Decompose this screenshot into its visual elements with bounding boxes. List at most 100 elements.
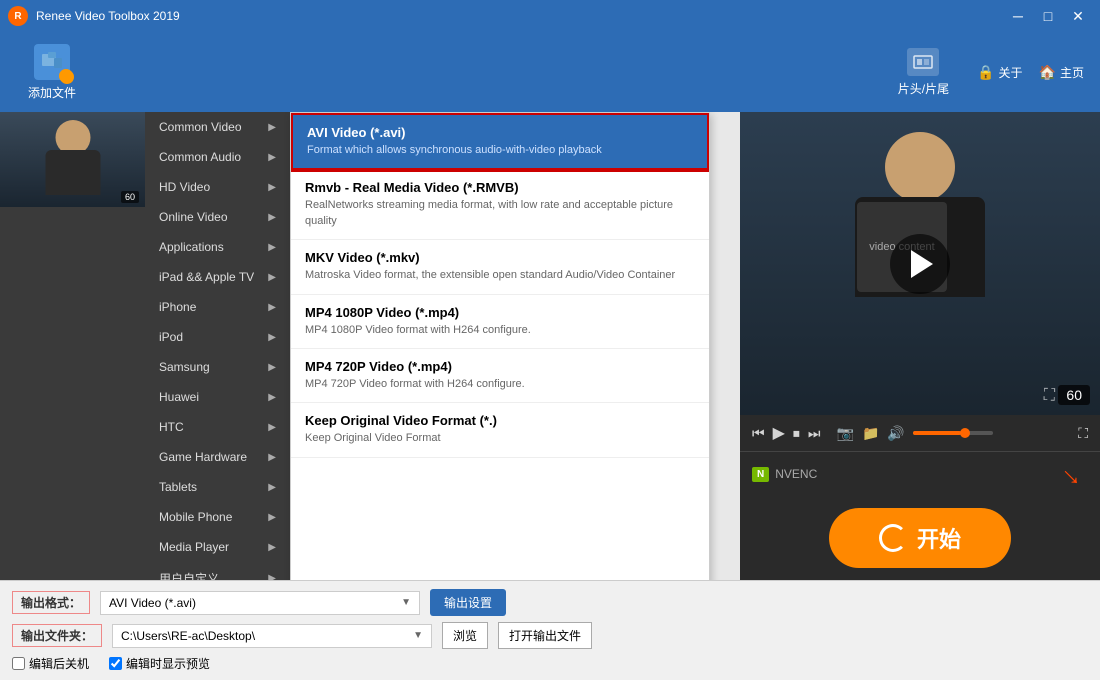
cat-label: HD Video (159, 180, 210, 194)
output-settings-button[interactable]: 输出设置 (430, 589, 506, 616)
skip-back-button[interactable]: ⏮ (752, 425, 765, 442)
format-select-dropdown[interactable]: AVI Video (*.avi) ▼ (100, 591, 420, 615)
nvenc-label: NVENC (775, 467, 817, 481)
preview-checkbox[interactable] (109, 657, 122, 670)
cat-user-custom[interactable]: 用户自定义 ▶ (145, 562, 290, 580)
window-controls: ─ □ ✕ (1004, 2, 1092, 30)
folder-label: 输出文件夹： (12, 624, 102, 647)
cat-label: Mobile Phone (159, 510, 232, 524)
format-item-mp4-1080[interactable]: MP4 1080P Video (*.mp4) MP4 1080P Video … (291, 295, 709, 349)
video-time: 60 (1058, 385, 1090, 405)
cat-htc[interactable]: HTC ▶ (145, 412, 290, 442)
cat-tablets[interactable]: Tablets ▶ (145, 472, 290, 502)
folder-button[interactable]: 📁 (862, 425, 879, 442)
cat-label: Samsung (159, 360, 210, 374)
fullscreen-button[interactable]: ⛶ (1078, 425, 1088, 442)
bottom-status-bar: 输出格式： AVI Video (*.avi) ▼ 输出设置 输出文件夹： C:… (0, 580, 1100, 680)
format-item-rmvb[interactable]: Rmvb - Real Media Video (*.RMVB) RealNet… (291, 170, 709, 240)
start-label: 开始 (917, 522, 961, 554)
cat-label: Online Video (159, 210, 228, 224)
cat-samsung[interactable]: Samsung ▶ (145, 352, 290, 382)
preview-checkbox-label[interactable]: 编辑时显示预览 (109, 655, 210, 672)
right-panel: video content 60 ⛶ ⏮ ▶ ⏹ ⏭ 📷 📁 🔊 (740, 112, 1100, 580)
format-item-mp4-720[interactable]: MP4 720P Video (*.mp4) MP4 720P Video fo… (291, 349, 709, 403)
cat-common-audio[interactable]: Common Audio ▶ (145, 142, 290, 172)
shutdown-checkbox-label[interactable]: 编辑后关机 (12, 655, 89, 672)
format-title-avi: AVI Video (*.avi) (307, 125, 693, 140)
edit-head-tail-button[interactable]: 片头/片尾 (898, 48, 949, 97)
folder-dropdown-arrow-icon: ▼ (413, 630, 423, 641)
edit-head-icon (907, 48, 939, 76)
edit-head-label: 片头/片尾 (898, 80, 949, 97)
format-desc-mp4-1080: MP4 1080P Video format with H264 configu… (305, 323, 695, 338)
sidebar: 60 (0, 112, 145, 580)
play-button[interactable] (890, 234, 950, 294)
thumbnail-placeholder: 60 (0, 112, 145, 207)
lock-icon: 🔒 (977, 64, 994, 81)
category-menu: Common Video ▶ Common Audio ▶ HD Video ▶… (145, 112, 290, 580)
arrow-icon: ▶ (268, 182, 276, 193)
cat-label: 用户自定义 (159, 570, 219, 580)
home-button[interactable]: 🏠 主页 (1039, 64, 1084, 81)
format-title-mkv: MKV Video (*.mkv) (305, 250, 695, 265)
cat-ipod[interactable]: iPod ▶ (145, 322, 290, 352)
home-label: 主页 (1060, 64, 1084, 81)
preview-label: 编辑时显示预览 (126, 655, 210, 672)
cat-mobile-phone[interactable]: Mobile Phone ▶ (145, 502, 290, 532)
folder-row: 输出文件夹： C:\Users\RE-ac\Desktop\ ▼ 浏览 打开输出… (12, 622, 1088, 649)
close-button[interactable]: ✕ (1064, 2, 1092, 30)
arrow-icon: ▶ (268, 302, 276, 313)
about-button[interactable]: 🔒 关于 (977, 64, 1022, 81)
cat-online-video[interactable]: Online Video ▶ (145, 202, 290, 232)
open-output-button[interactable]: 打开输出文件 (498, 622, 592, 649)
arrow-icon: ▶ (268, 122, 276, 133)
arrow-icon: ▶ (268, 512, 276, 523)
cat-common-video[interactable]: Common Video ▶ (145, 112, 290, 142)
cat-hd-video[interactable]: HD Video ▶ (145, 172, 290, 202)
arrow-icon: ▶ (268, 573, 276, 580)
nvidia-logo: N (752, 467, 769, 482)
format-title-mp4-720: MP4 720P Video (*.mp4) (305, 359, 695, 374)
arrow-icon: ▶ (268, 272, 276, 283)
cat-game-hardware[interactable]: Game Hardware ▶ (145, 442, 290, 472)
volume-slider[interactable] (913, 431, 993, 435)
expand-video-button[interactable]: ⛶ (1044, 387, 1055, 405)
folder-path-text: C:\Users\RE-ac\Desktop\ (121, 629, 255, 643)
start-button[interactable]: 开始 (829, 508, 1011, 568)
video-thumbnail: 60 (0, 112, 145, 207)
arrow-icon: ▶ (268, 422, 276, 433)
format-item-mkv[interactable]: MKV Video (*.mkv) Matroska Video format,… (291, 240, 709, 294)
camera-button[interactable]: 📷 (837, 425, 854, 442)
app-logo: R (8, 6, 28, 26)
cat-ipad-apple-tv[interactable]: iPad && Apple TV ▶ (145, 262, 290, 292)
middle-area: Common Video ▶ Common Audio ▶ HD Video ▶… (145, 112, 740, 580)
format-item-keep-original[interactable]: Keep Original Video Format (*.) Keep Ori… (291, 403, 709, 457)
stop-button[interactable]: ⏹ (793, 425, 800, 442)
dropdown-arrow-icon: ▼ (401, 597, 411, 608)
toolbar-right: 片头/片尾 🔒 关于 🏠 主页 (898, 48, 1084, 97)
video-controls: ⏮ ▶ ⏹ ⏭ 📷 📁 🔊 ⛶ (740, 415, 1100, 451)
volume-icon: 🔊 (887, 425, 904, 442)
cat-applications[interactable]: Applications ▶ (145, 232, 290, 262)
play-pause-button[interactable]: ▶ (773, 423, 785, 443)
cat-iphone[interactable]: iPhone ▶ (145, 292, 290, 322)
shutdown-checkbox[interactable] (12, 657, 25, 670)
volume-thumb (960, 428, 970, 438)
cat-label: Huawei (159, 390, 199, 404)
folder-path-dropdown[interactable]: C:\Users\RE-ac\Desktop\ ▼ (112, 624, 432, 648)
format-desc-mp4-720: MP4 720P Video format with H264 configur… (305, 377, 695, 392)
skip-forward-button[interactable]: ⏭ (808, 425, 821, 442)
add-files-button[interactable]: + 添加文件 (16, 36, 88, 109)
video-preview: video content 60 ⛶ (740, 112, 1100, 415)
selected-format-text: AVI Video (*.avi) (109, 596, 196, 610)
minimize-button[interactable]: ─ (1004, 2, 1032, 30)
arrow-icon: ▶ (268, 482, 276, 493)
maximize-button[interactable]: □ (1034, 2, 1062, 30)
cat-media-player[interactable]: Media Player ▶ (145, 532, 290, 562)
cat-label: HTC (159, 420, 184, 434)
about-label: 关于 (999, 64, 1023, 81)
cat-huawei[interactable]: Huawei ▶ (145, 382, 290, 412)
format-item-avi[interactable]: AVI Video (*.avi) Format which allows sy… (291, 113, 709, 170)
browse-button[interactable]: 浏览 (442, 622, 488, 649)
cat-label: Common Audio (159, 150, 241, 164)
